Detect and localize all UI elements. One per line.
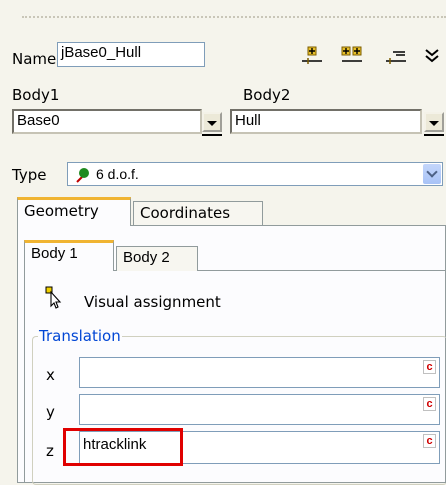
tab-geometry[interactable]: Geometry <box>17 197 131 226</box>
body1-select-edge <box>202 134 222 136</box>
body2-label: Body2 <box>243 86 291 104</box>
body2-dropdown-button[interactable] <box>424 112 444 132</box>
body1-label: Body1 <box>12 86 60 104</box>
x-input[interactable]: c <box>79 357 440 388</box>
type-dropdown-button[interactable] <box>423 164 441 184</box>
z-label: z <box>46 442 54 460</box>
tab-body-2[interactable]: Body 2 <box>116 246 198 271</box>
add-joints-icon[interactable] <box>340 44 364 66</box>
list-icon[interactable] <box>384 44 408 66</box>
add-joint-icon[interactable] <box>300 44 324 66</box>
translation-group-label: Translation <box>38 327 122 345</box>
body1-dropdown-button[interactable] <box>202 112 222 132</box>
body1-select[interactable]: Base0 <box>12 109 202 134</box>
type-value: 6 d.o.f. <box>96 166 139 182</box>
joint-type-icon <box>76 168 89 183</box>
z-highlight-box <box>63 428 183 466</box>
tab-body-1[interactable]: Body 1 <box>24 240 114 271</box>
more-icon[interactable] <box>420 44 446 66</box>
body2-select[interactable]: Hull <box>230 109 422 134</box>
visual-assignment-label: Visual assignment <box>84 293 221 311</box>
name-label: Name <box>12 50 57 68</box>
x-expression-flag[interactable]: c <box>423 360 436 374</box>
body2-select-edge <box>424 134 444 136</box>
type-select[interactable]: 6 d.o.f. <box>67 162 443 186</box>
z-expression-flag[interactable]: c <box>423 434 436 448</box>
panel-top-divider <box>22 16 446 18</box>
y-input[interactable]: c <box>79 394 440 425</box>
name-input[interactable]: jBase0_Hull <box>57 42 205 67</box>
y-label: y <box>46 403 55 421</box>
cursor-pick-icon[interactable] <box>45 286 65 310</box>
tab-coordinates[interactable]: Coordinates <box>133 201 263 225</box>
x-label: x <box>46 366 55 384</box>
type-label: Type <box>12 166 47 184</box>
y-expression-flag[interactable]: c <box>423 397 436 411</box>
